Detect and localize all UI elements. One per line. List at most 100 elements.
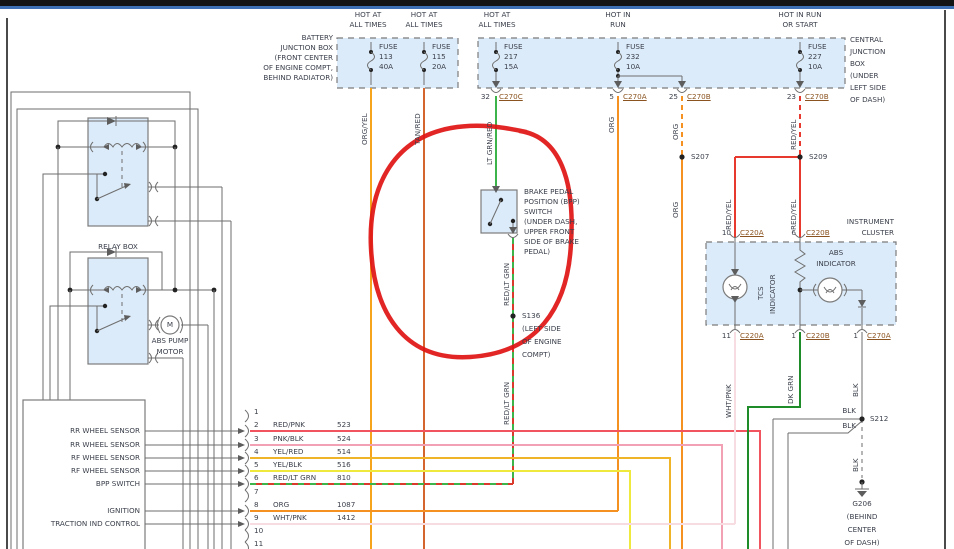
module-pin-circuit: 516: [337, 460, 351, 469]
connector-name: C220A: [740, 331, 764, 340]
power-header: HOT AT: [484, 10, 511, 19]
wire-label: RED/YEL: [789, 120, 798, 150]
power-header: ALL TIMES: [349, 20, 386, 29]
module-pin-circuit: 1412: [337, 513, 355, 522]
power-header: ALL TIMES: [478, 20, 515, 29]
module-pin-circuit: 1087: [337, 500, 355, 509]
module-pin-wire: RED/LT GRN: [273, 473, 316, 482]
module-pin-number: 2: [254, 420, 259, 429]
module-pin-wire: PNK/BLK: [273, 434, 304, 443]
abs-pump-motor-label: ABS PUMP: [152, 336, 189, 345]
fuse-232-label: 232: [626, 52, 640, 61]
fuse-113-label: 40A: [379, 62, 393, 71]
wire-label: BLK: [851, 458, 860, 472]
module-pin-wire: YEL/RED: [273, 447, 303, 456]
splice-s136-loc: OF ENGINE: [522, 337, 562, 346]
power-header: HOT AT: [355, 10, 382, 19]
wire-label: BLK: [842, 406, 856, 415]
fuse-115-label: 115: [432, 52, 446, 61]
diagram-canvas: [0, 0, 954, 549]
connector-pin: 23: [787, 92, 796, 101]
bjb-label: JUNCTION BOX: [280, 43, 333, 52]
bjb-label: OF ENGINE COMPT,: [263, 63, 333, 72]
connector-pin: 32: [481, 92, 490, 101]
cjb-label: CENTRAL: [850, 35, 883, 44]
fuse-227-label: FUSE: [808, 42, 827, 51]
fuse-113-label: 113: [379, 52, 393, 61]
module-pin-function: BPP SWITCH: [96, 479, 140, 488]
module-pin-function: RF WHEEL SENSOR: [71, 453, 140, 462]
bpp-switch-label: (UNDER DASH,: [524, 217, 577, 226]
module-pin-number: 8: [254, 500, 259, 509]
connector-name: C220B: [806, 228, 830, 237]
splice-s207-label: S207: [691, 152, 709, 161]
connector-pin: 1: [791, 331, 796, 340]
abs-indicator-label: ABS: [829, 248, 843, 257]
ground-g206-loc: CENTER: [848, 525, 877, 534]
fuse-115-label: FUSE: [432, 42, 451, 51]
wire-label: TAN/RED: [413, 113, 422, 145]
bpp-switch-label: PEDAL): [524, 247, 550, 256]
power-header: HOT IN RUN: [778, 10, 821, 19]
module-pin-number: 3: [254, 434, 259, 443]
bpp-switch-label: UPPER FRONT: [524, 227, 574, 236]
abs-indicator-label: INDICATOR: [816, 259, 856, 268]
wire-label: RED/YEL: [789, 200, 798, 230]
connector-arcs-top: [491, 89, 805, 93]
wire-label: RED/LT GRN: [502, 263, 511, 306]
central-junction-box: [478, 38, 845, 88]
ground-g206-loc: (BEHIND: [847, 512, 878, 521]
module-pin-function: IGNITION: [107, 506, 140, 515]
wire-label: DK GRN: [786, 376, 795, 404]
instrument-cluster-label: INSTRUMENT: [847, 217, 894, 226]
module-pin-number: 10: [254, 526, 263, 535]
connector-name: C270C: [499, 92, 523, 101]
connector-pin: 6: [791, 228, 796, 237]
wiring-diagram: HOT AT ALL TIMES HOT AT ALL TIMES HOT AT…: [0, 0, 954, 549]
wire-label: LT GRN/RED: [485, 122, 494, 165]
wire-label: BLK: [851, 383, 860, 397]
cjb-label: JUNCTION: [850, 47, 885, 56]
bpp-switch-label: BRAKE PEDAL: [524, 187, 573, 196]
power-header: OR START: [782, 20, 817, 29]
cjb-label: BOX: [850, 59, 865, 68]
splice-s136-loc: COMPT): [522, 350, 550, 359]
connector-pin: 5: [609, 92, 614, 101]
module-pin-number: 5: [254, 460, 259, 469]
connector-name: C270A: [867, 331, 891, 340]
splice-s212-dot: [859, 416, 864, 421]
instrument-cluster: [706, 234, 896, 333]
module-pin-wire: ORG: [273, 500, 289, 509]
module-pin-number: 7: [254, 487, 259, 496]
splice-s209-label: S209: [809, 152, 827, 161]
relay-box-label: RELAY BOX: [98, 242, 138, 251]
cjb-label: (UNDER: [850, 71, 879, 80]
fuse-113-label: FUSE: [379, 42, 398, 51]
ground-g206-label: G206: [852, 499, 871, 508]
splice-s212-label: S212: [870, 414, 888, 423]
ground-icon: [855, 479, 869, 497]
connector-name: C220A: [740, 228, 764, 237]
connector-name: C220B: [806, 331, 830, 340]
abs-pump-motor-label: MOTOR: [157, 347, 184, 356]
power-header: RUN: [610, 20, 626, 29]
motor-symbol: M: [167, 320, 173, 329]
connector-name: C270A: [623, 92, 647, 101]
module-pin-number: 6: [254, 473, 259, 482]
fuse-217-label: 217: [504, 52, 518, 61]
module-pin-wire: YEL/BLK: [273, 460, 302, 469]
wire-label: RED/YEL: [724, 200, 733, 230]
module-pin-function: RR WHEEL SENSOR: [70, 426, 140, 435]
connector-name: C270B: [687, 92, 711, 101]
splice-s136-dot: [510, 313, 515, 318]
instrument-cluster-label: CLUSTER: [862, 228, 894, 237]
module-pin-wire: WHT/PNK: [273, 513, 307, 522]
module-pin-number: 4: [254, 447, 259, 456]
connector-pin: 1: [853, 331, 858, 340]
splice-s136-label: S136: [522, 311, 540, 320]
module-pin-circuit: 810: [337, 473, 351, 482]
module-pin-circuit: 514: [337, 447, 351, 456]
bjb-label: BEHIND RADIATOR): [263, 73, 333, 82]
wire-label: ORG/YEL: [360, 113, 369, 145]
splice-s209-dot: [797, 154, 802, 159]
